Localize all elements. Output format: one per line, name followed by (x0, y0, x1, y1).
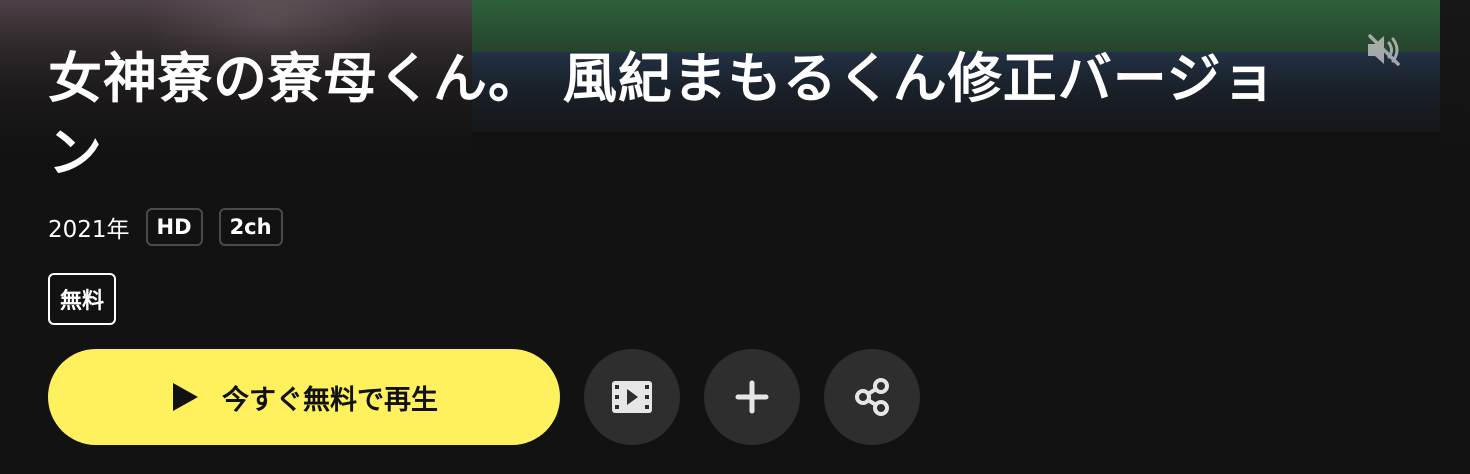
play-button[interactable]: 今すぐ無料で再生 (48, 349, 560, 445)
share-icon (855, 378, 889, 416)
volume-mute-icon (1368, 34, 1400, 66)
plus-icon (735, 380, 769, 414)
film-icon (612, 381, 652, 413)
quality-badge: HD (145, 208, 203, 246)
trailer-button[interactable] (584, 349, 680, 445)
add-to-list-button[interactable] (704, 349, 800, 445)
release-year: 2021年 (48, 217, 130, 243)
mute-toggle-button[interactable] (1362, 30, 1406, 70)
free-badge: 無料 (48, 273, 117, 325)
share-button[interactable] (824, 349, 920, 445)
play-icon (173, 383, 198, 411)
play-button-label: 今すぐ無料で再生 (222, 384, 438, 416)
page-title: 女神寮の寮母くん。 風紀まもるくん修正バージョン (48, 47, 1277, 184)
title-detail-hero: 女神寮の寮母くん。 風紀まもるくん修正バージョン 2021年 HD 2ch 無料… (0, 0, 1470, 474)
audio-badge: 2ch (218, 208, 283, 246)
action-buttons: 今すぐ無料で再生 (48, 349, 944, 445)
meta-info: 2021年 HD 2ch (48, 206, 283, 248)
